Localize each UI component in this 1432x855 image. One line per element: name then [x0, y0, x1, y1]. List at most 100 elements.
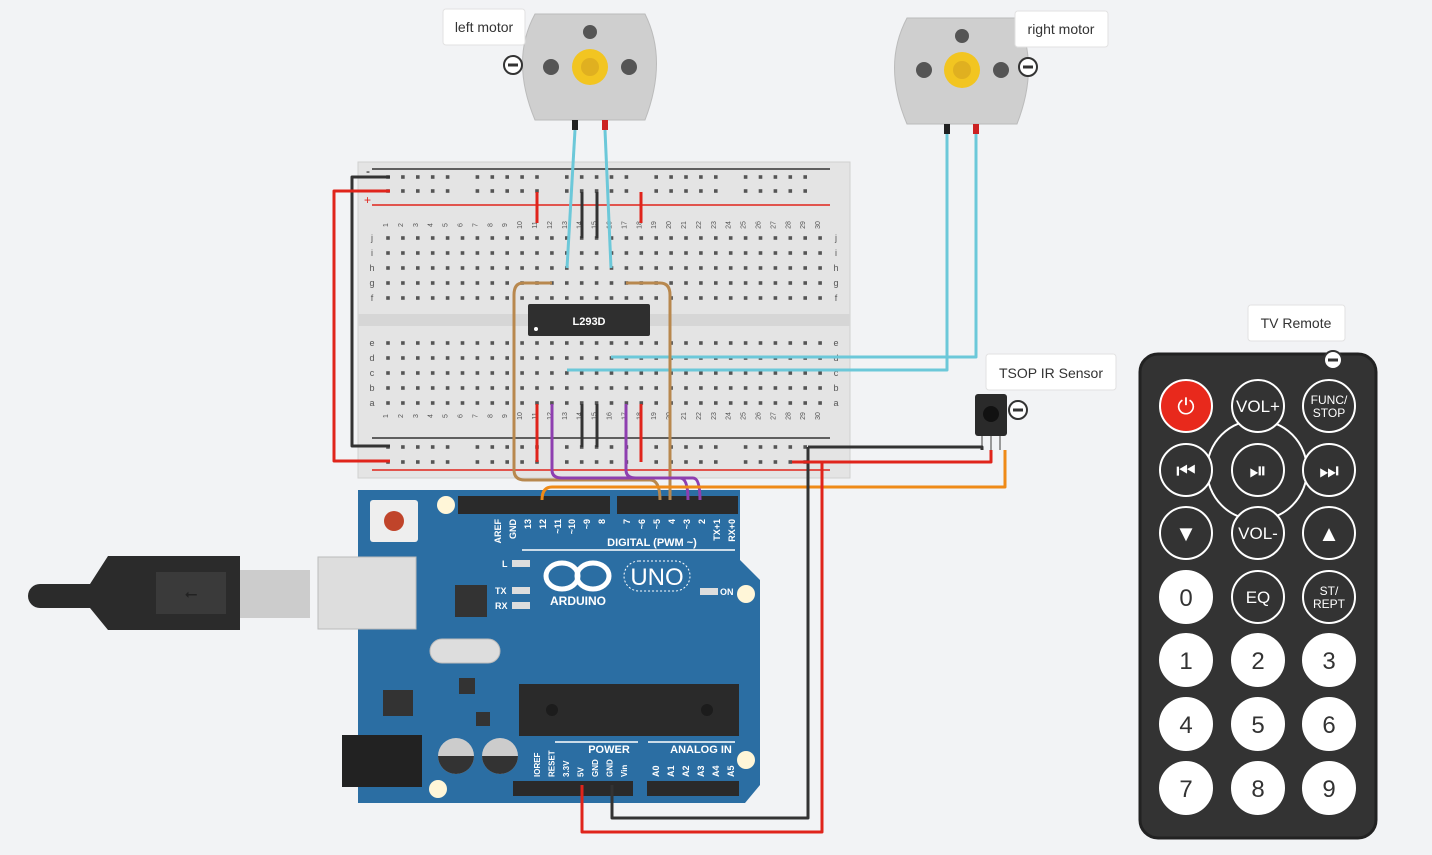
- remote-button-9[interactable]: 9: [1302, 761, 1356, 815]
- breadboard-hole[interactable]: [758, 236, 763, 240]
- breadboard-hole[interactable]: [609, 401, 614, 405]
- breadboard-hole[interactable]: [699, 401, 703, 405]
- breadboard-hole[interactable]: [490, 281, 495, 285]
- breadboard-hole[interactable]: [535, 296, 539, 300]
- breadboard-hole[interactable]: [401, 401, 405, 405]
- breadboard-hole[interactable]: [401, 266, 405, 270]
- breadboard-hole[interactable]: [728, 236, 733, 240]
- rail-hole[interactable]: [401, 175, 405, 179]
- breadboard-hole[interactable]: [535, 236, 539, 240]
- breadboard-hole[interactable]: [505, 371, 509, 375]
- breadboard-hole[interactable]: [579, 266, 584, 270]
- breadboard-hole[interactable]: [758, 371, 763, 375]
- breadboard-hole[interactable]: [788, 341, 793, 345]
- breadboard-hole[interactable]: [803, 371, 807, 375]
- breadboard-hole[interactable]: [445, 281, 450, 285]
- breadboard-hole[interactable]: [565, 341, 569, 345]
- breadboard-hole[interactable]: [624, 371, 629, 375]
- breadboard-hole[interactable]: [609, 296, 614, 300]
- breadboard-hole[interactable]: [699, 281, 703, 285]
- breadboard-hole[interactable]: [728, 401, 733, 405]
- rail-hole[interactable]: [788, 175, 793, 179]
- breadboard-hole[interactable]: [535, 266, 539, 270]
- remote-button-1[interactable]: 1: [1159, 633, 1213, 687]
- breadboard-hole[interactable]: [669, 281, 673, 285]
- breadboard-hole[interactable]: [788, 371, 793, 375]
- breadboard-hole[interactable]: [505, 401, 509, 405]
- breadboard-hole[interactable]: [758, 401, 763, 405]
- breadboard-hole[interactable]: [430, 281, 435, 285]
- breadboard-hole[interactable]: [699, 371, 703, 375]
- breadboard-hole[interactable]: [684, 401, 688, 405]
- breadboard-hole[interactable]: [639, 341, 644, 345]
- digital-header-left[interactable]: [458, 496, 610, 514]
- rail-hole[interactable]: [430, 189, 435, 193]
- breadboard-hole[interactable]: [535, 341, 539, 345]
- rail-hole[interactable]: [445, 175, 450, 179]
- breadboard-hole[interactable]: [818, 401, 822, 405]
- breadboard-hole[interactable]: [579, 356, 584, 360]
- breadboard-hole[interactable]: [818, 236, 822, 240]
- breadboard-hole[interactable]: [386, 356, 390, 360]
- breadboard-hole[interactable]: [594, 386, 599, 390]
- breadboard-hole[interactable]: [490, 266, 495, 270]
- rail-hole[interactable]: [714, 175, 718, 179]
- breadboard-hole[interactable]: [430, 371, 435, 375]
- breadboard-hole[interactable]: [639, 386, 644, 390]
- breadboard-hole[interactable]: [728, 266, 733, 270]
- rail-hole[interactable]: [684, 175, 688, 179]
- breadboard-hole[interactable]: [743, 281, 748, 285]
- breadboard-hole[interactable]: [386, 401, 390, 405]
- breadboard-hole[interactable]: [818, 281, 822, 285]
- breadboard-hole[interactable]: [684, 341, 688, 345]
- breadboard-hole[interactable]: [550, 251, 554, 255]
- breadboard-hole[interactable]: [550, 386, 554, 390]
- breadboard-hole[interactable]: [773, 371, 778, 375]
- breadboard-hole[interactable]: [505, 236, 509, 240]
- breadboard-hole[interactable]: [594, 341, 599, 345]
- breadboard-hole[interactable]: [386, 281, 390, 285]
- breadboard-hole[interactable]: [520, 386, 524, 390]
- remote-button-vol[interactable]: VOL-: [1231, 506, 1285, 560]
- right-motor[interactable]: [894, 17, 1029, 134]
- breadboard-hole[interactable]: [654, 386, 658, 390]
- breadboard-hole[interactable]: [475, 236, 480, 240]
- rail-hole[interactable]: [714, 445, 718, 449]
- breadboard-hole[interactable]: [594, 266, 599, 270]
- rail-hole[interactable]: [714, 189, 718, 193]
- breadboard-hole[interactable]: [401, 251, 405, 255]
- breadboard-hole[interactable]: [565, 371, 569, 375]
- breadboard-hole[interactable]: [758, 266, 763, 270]
- breadboard-hole[interactable]: [579, 386, 584, 390]
- breadboard-hole[interactable]: [818, 371, 822, 375]
- breadboard-hole[interactable]: [654, 296, 658, 300]
- breadboard-hole[interactable]: [475, 371, 480, 375]
- rail-hole[interactable]: [654, 175, 658, 179]
- rail-hole[interactable]: [505, 445, 509, 449]
- rail-hole[interactable]: [490, 189, 495, 193]
- breadboard-hole[interactable]: [669, 251, 673, 255]
- rail-hole[interactable]: [401, 445, 405, 449]
- ir-sensor[interactable]: [975, 394, 1007, 450]
- rail-hole[interactable]: [594, 175, 599, 179]
- breadboard-hole[interactable]: [386, 386, 390, 390]
- breadboard-hole[interactable]: [639, 371, 644, 375]
- breadboard-hole[interactable]: [594, 356, 599, 360]
- breadboard-hole[interactable]: [714, 401, 718, 405]
- rail-hole[interactable]: [609, 445, 614, 449]
- breadboard-hole[interactable]: [818, 296, 822, 300]
- breadboard-hole[interactable]: [788, 236, 793, 240]
- rail-hole[interactable]: [535, 175, 539, 179]
- breadboard-hole[interactable]: [624, 236, 629, 240]
- remote-button-prev[interactable]: ⏮: [1159, 443, 1213, 497]
- breadboard-hole[interactable]: [639, 296, 644, 300]
- breadboard-hole[interactable]: [416, 236, 420, 240]
- rail-hole[interactable]: [684, 189, 688, 193]
- breadboard-hole[interactable]: [401, 356, 405, 360]
- breadboard-hole[interactable]: [445, 251, 450, 255]
- power-header[interactable]: [513, 781, 633, 796]
- power-jack[interactable]: [342, 735, 422, 787]
- breadboard-hole[interactable]: [714, 371, 718, 375]
- rail-hole[interactable]: [520, 460, 524, 464]
- breadboard-hole[interactable]: [788, 401, 793, 405]
